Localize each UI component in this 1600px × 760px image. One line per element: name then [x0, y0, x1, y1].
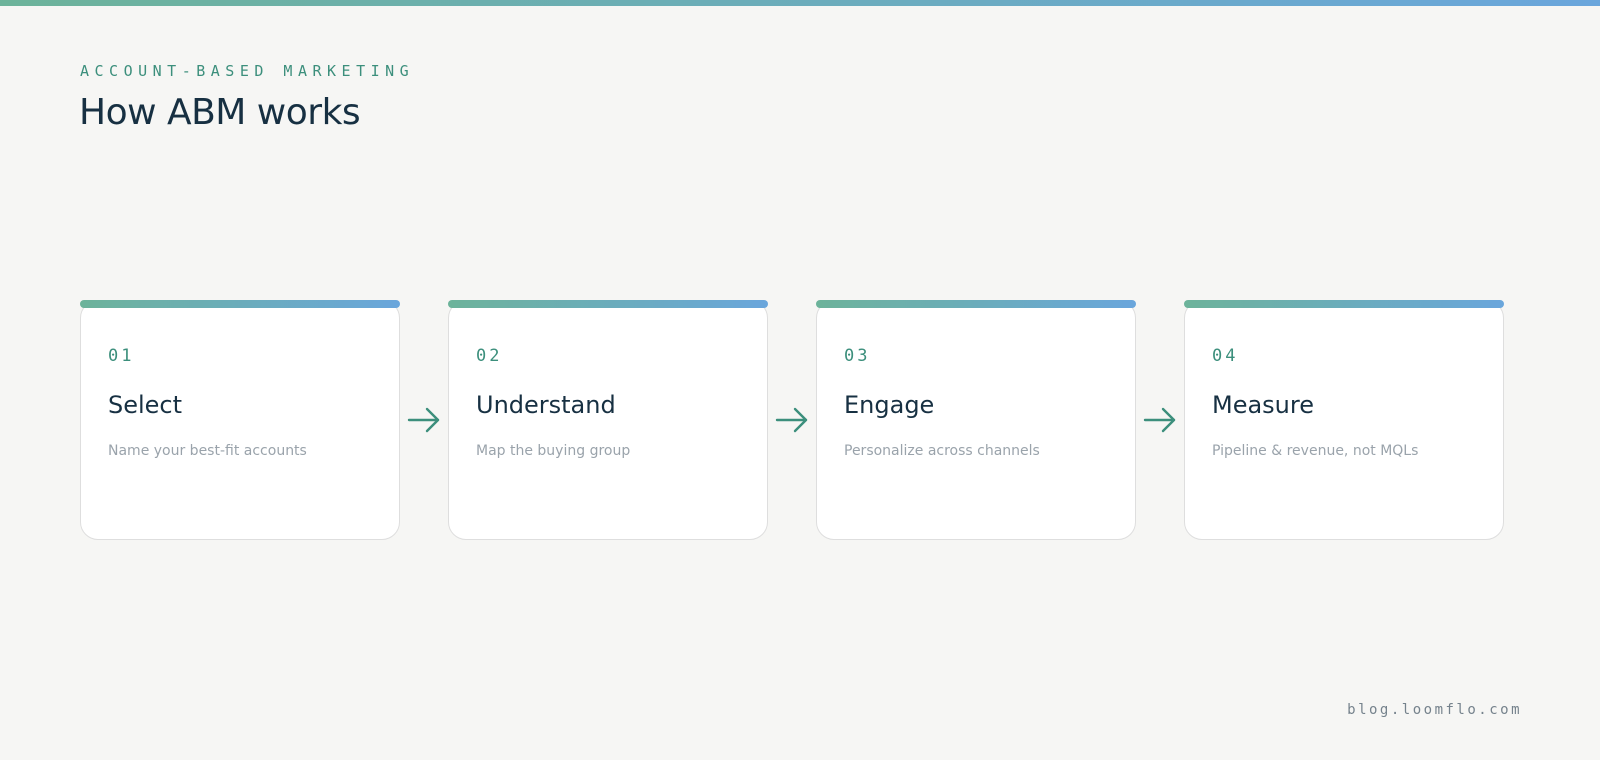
step-description: Map the buying group — [476, 443, 631, 459]
top-accent-bar — [0, 0, 1600, 6]
card-accent-bar — [80, 300, 400, 308]
step-number: 02 — [476, 346, 503, 366]
step-description: Name your best-fit accounts — [108, 443, 307, 459]
arrow-right-icon — [400, 405, 448, 435]
step-title: Understand — [476, 391, 616, 419]
step-card-select: 01 Select Name your best-fit accounts — [80, 300, 400, 540]
page-title: How ABM works — [79, 92, 361, 133]
card-accent-bar — [1184, 300, 1504, 308]
step-title: Select — [108, 391, 183, 419]
step-card-engage: 03 Engage Personalize across channels — [816, 300, 1136, 540]
step-number: 01 — [108, 346, 135, 366]
step-title: Engage — [844, 391, 935, 419]
step-description: Pipeline & revenue, not MQLs — [1212, 443, 1419, 459]
eyebrow-label: ACCOUNT-BASED MARKETING — [80, 62, 415, 80]
step-card-measure: 04 Measure Pipeline & revenue, not MQLs — [1184, 300, 1504, 540]
step-number: 03 — [844, 346, 871, 366]
arrow-right-icon — [768, 405, 816, 435]
footer-site-link[interactable]: blog.loomflo.com — [1347, 702, 1522, 718]
card-accent-bar — [816, 300, 1136, 308]
step-title: Measure — [1212, 391, 1314, 419]
card-accent-bar — [448, 300, 768, 308]
process-flow: 01 Select Name your best-fit accounts 02… — [80, 300, 1504, 540]
arrow-right-icon — [1136, 405, 1184, 435]
step-description: Personalize across channels — [844, 443, 1040, 459]
step-number: 04 — [1212, 346, 1239, 366]
step-card-understand: 02 Understand Map the buying group — [448, 300, 768, 540]
